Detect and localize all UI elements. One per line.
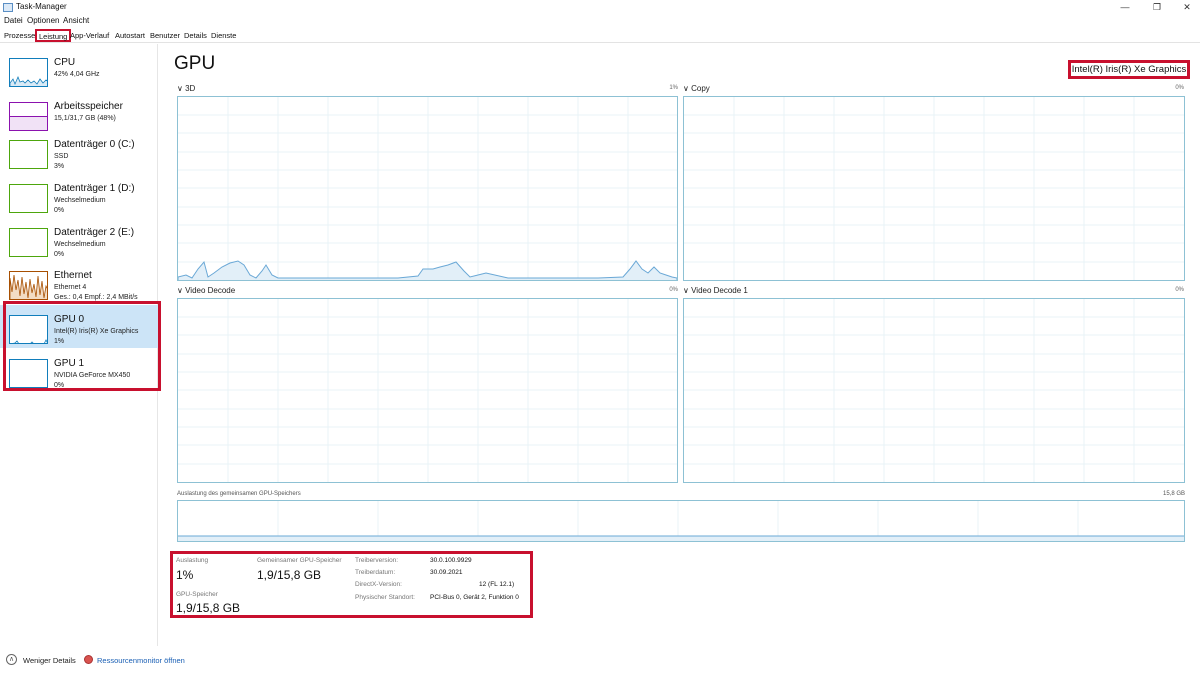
engine-graph-copy xyxy=(683,96,1185,281)
close-button[interactable]: ✕ xyxy=(1180,1,1194,13)
sidebar-item-name: Ethernet xyxy=(54,270,92,281)
menu-datei[interactable]: Datei xyxy=(4,16,23,25)
engine-graph-3d xyxy=(177,96,678,281)
driver-version-value: 30.0.100.9929 xyxy=(430,557,472,564)
shared-memory-graph xyxy=(177,500,1185,542)
sidebar-item-throughput: Ges.: 0,4 Empf.: 2,4 MBit/s xyxy=(54,294,138,301)
tab-app-verlauf[interactable]: App-Verlauf xyxy=(70,31,109,40)
disk-2-thumbnail xyxy=(9,228,48,257)
sidebar-item-cpu[interactable]: CPU 42% 4,04 GHz xyxy=(0,48,158,91)
engine-percent: 0% xyxy=(1175,287,1184,293)
cpu-thumbnail xyxy=(9,58,48,87)
gpu-selection-highlight xyxy=(3,301,161,391)
engine-label: 3D xyxy=(185,84,196,93)
tab-dienste[interactable]: Dienste xyxy=(211,31,236,40)
sidebar-item-name: Datenträger 1 (D:) xyxy=(54,183,135,194)
window-title: Task-Manager xyxy=(16,2,67,11)
tab-bar: Prozesse Leistung App-Verlauf Autostart … xyxy=(0,28,1200,43)
sidebar-item-detail: SSD xyxy=(54,153,69,160)
minimize-button[interactable]: — xyxy=(1118,1,1132,13)
shared-memory-graph-label: Auslastung des gemeinsamen GPU-Speichers xyxy=(177,491,301,497)
gpu-stats-panel: Auslastung 1% Gemeinsamer GPU-Speicher 1… xyxy=(170,551,533,618)
tab-leistung[interactable]: Leistung xyxy=(35,29,72,42)
sidebar-item-usage: 0% xyxy=(54,207,65,214)
app-icon xyxy=(3,3,13,12)
sidebar-item-memory[interactable]: Arbeitsspeicher 15,1/31,7 GB (48%) xyxy=(0,92,158,135)
driver-version-label: Treiberversion: xyxy=(355,557,399,564)
sidebar-item-disk-0[interactable]: Datenträger 0 (C:) SSD 3% xyxy=(0,130,158,173)
utilization-label: Auslastung xyxy=(176,557,209,564)
sidebar-item-ethernet[interactable]: Ethernet Ethernet 4 Ges.: 0,4 Empf.: 2,4… xyxy=(0,261,158,304)
ethernet-thumbnail xyxy=(9,271,48,300)
sidebar-item-usage: 3% xyxy=(54,163,65,170)
engine-label: Copy xyxy=(691,84,710,93)
utilization-value: 1% xyxy=(176,568,194,582)
engine-label: Video Decode xyxy=(185,286,236,295)
tab-autostart[interactable]: Autostart xyxy=(115,31,145,40)
title-bar: Task-Manager — ❐ ✕ xyxy=(0,0,1200,15)
resource-monitor-link[interactable]: Ressourcenmonitor öffnen xyxy=(97,656,185,665)
directx-value: 12 (FL 12.1) xyxy=(479,581,515,588)
engine-label: Video Decode 1 xyxy=(691,286,748,295)
disk-0-thumbnail xyxy=(9,140,48,169)
sidebar-item-detail: 15,1/31,7 GB (48%) xyxy=(54,115,116,122)
engine-dropdown-3d[interactable]: ∨ 3D xyxy=(177,84,195,93)
fewer-details-button[interactable]: Weniger Details xyxy=(23,656,76,665)
sidebar-item-detail: Wechselmedium xyxy=(54,241,106,248)
chevron-down-icon: ∨ xyxy=(683,84,689,93)
gpu-memory-label: GPU-Speicher xyxy=(176,591,218,598)
engine-dropdown-video-decode[interactable]: ∨ Video Decode xyxy=(177,286,235,295)
gpu-memory-value: 1,9/15,8 GB xyxy=(176,601,241,615)
sidebar-item-name: Arbeitsspeicher xyxy=(54,101,123,112)
engine-graph-video-decode xyxy=(177,298,678,483)
footer: ∧ Weniger Details Ressourcenmonitor öffn… xyxy=(0,650,1200,670)
memory-thumbnail xyxy=(9,102,48,131)
driver-date-value: 30.09.2021 xyxy=(430,569,463,576)
shared-memory-value: 1,9/15,8 GB xyxy=(257,568,322,582)
sidebar-item-detail: Wechselmedium xyxy=(54,197,106,204)
tab-prozesse[interactable]: Prozesse xyxy=(4,31,35,40)
chevron-down-icon: ∨ xyxy=(683,286,689,295)
sidebar-item-detail: Ethernet 4 xyxy=(54,284,87,291)
tab-benutzer[interactable]: Benutzer xyxy=(150,31,180,40)
restore-button[interactable]: ❐ xyxy=(1150,1,1164,13)
sidebar-item-name: Datenträger 2 (E:) xyxy=(54,227,135,238)
chevron-down-icon: ∨ xyxy=(177,286,183,295)
directx-label: DirectX-Version: xyxy=(355,581,402,588)
resource-monitor-icon xyxy=(84,655,93,664)
engine-dropdown-copy[interactable]: ∨ Copy xyxy=(683,84,710,93)
disk-1-thumbnail xyxy=(9,184,48,213)
tab-details[interactable]: Details xyxy=(184,31,207,40)
gpu-adapter-name: Intel(R) Iris(R) Xe Graphics xyxy=(1068,60,1190,79)
chevron-down-icon: ∨ xyxy=(177,84,183,93)
physical-location-value: PCI-Bus 0, Gerät 2, Funktion 0 xyxy=(430,594,519,601)
driver-date-label: Treiberdatum: xyxy=(355,569,396,576)
physical-location-label: Physischer Standort: xyxy=(355,594,415,601)
sidebar-item-disk-1[interactable]: Datenträger 1 (D:) Wechselmedium 0% xyxy=(0,174,158,217)
chevron-up-icon[interactable]: ∧ xyxy=(6,654,17,665)
sidebar-item-name: Datenträger 0 (C:) xyxy=(54,139,135,150)
engine-graph-video-decode-1 xyxy=(683,298,1185,483)
menu-bar: Datei Optionen Ansicht xyxy=(0,15,1200,27)
sidebar-item-usage: 0% xyxy=(54,251,65,258)
sidebar-item-disk-2[interactable]: Datenträger 2 (E:) Wechselmedium 0% xyxy=(0,218,158,261)
page-title: GPU xyxy=(174,53,216,74)
engine-percent: 0% xyxy=(669,287,678,293)
sidebar-item-detail: 42% 4,04 GHz xyxy=(54,71,100,78)
shared-memory-label: Gemeinsamer GPU-Speicher xyxy=(257,557,342,564)
menu-optionen[interactable]: Optionen xyxy=(27,16,59,25)
engine-percent: 1% xyxy=(669,85,678,91)
engine-percent: 0% xyxy=(1175,85,1184,91)
sidebar-item-name: CPU xyxy=(54,57,76,68)
shared-memory-max: 15,8 GB xyxy=(1162,491,1185,497)
engine-dropdown-video-decode-1[interactable]: ∨ Video Decode 1 xyxy=(683,286,748,295)
menu-ansicht[interactable]: Ansicht xyxy=(63,16,89,25)
